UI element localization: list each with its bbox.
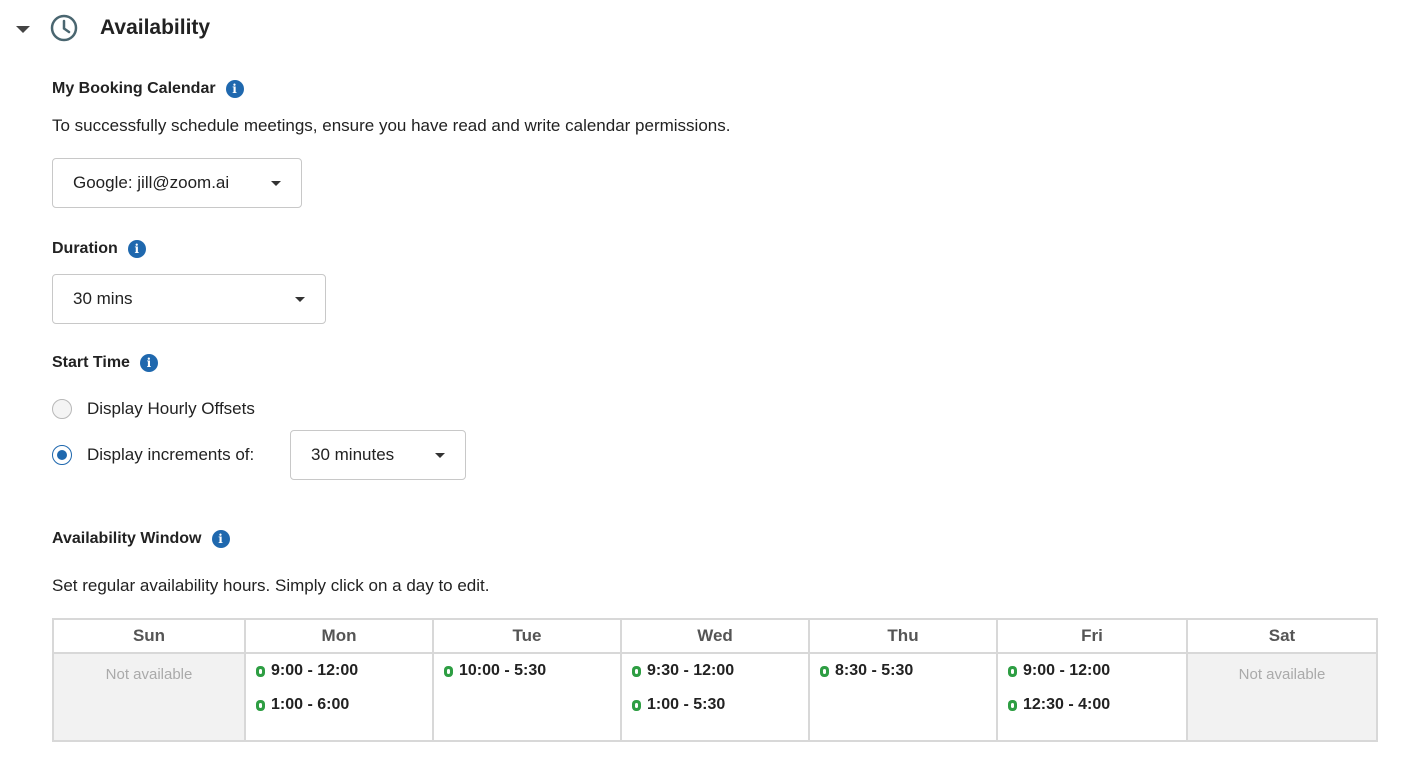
info-icon[interactable]: i [127,240,146,258]
booking-calendar-label-text: My Booking Calendar [52,80,216,97]
not-available-text: Not available [105,666,193,683]
booking-calendar-description: To successfully schedule meetings, ensur… [52,116,731,135]
booking-calendar-select[interactable]: Google: jill@zoom.ai [52,158,302,208]
time-slot: 9:30 - 12:00 [632,662,734,680]
time-slot: 1:00 - 5:30 [632,696,725,714]
day-body: 8:30 - 5:30 [810,654,996,740]
day-header: Mon [246,620,432,654]
caret-down-icon[interactable] [16,26,30,33]
available-dot-icon [1008,665,1017,677]
time-slot-text: 10:00 - 5:30 [459,662,547,679]
time-slot-text: 1:00 - 6:00 [271,696,350,713]
day-header: Wed [622,620,808,654]
info-icon[interactable]: i [225,80,244,98]
clock-icon [50,14,78,42]
day-tue[interactable]: Tue 10:00 - 5:30 [432,620,620,740]
duration-select[interactable]: 30 mins [52,274,326,324]
day-fri[interactable]: Fri 9:00 - 12:00 12:30 - 4:00 [996,620,1186,740]
time-slot-text: 8:30 - 5:30 [835,662,914,679]
time-slot-text: 9:30 - 12:00 [647,662,735,679]
info-icon[interactable]: i [211,530,230,548]
time-slot-text: 9:00 - 12:00 [1023,662,1111,679]
time-slot: 10:00 - 5:30 [444,662,546,680]
time-slot: 9:00 - 12:00 [256,662,358,680]
day-thu[interactable]: Thu 8:30 - 5:30 [808,620,996,740]
booking-calendar-select-value: Google: jill@zoom.ai [73,173,230,192]
radio-button[interactable] [52,399,72,419]
available-dot-icon [1008,699,1017,711]
time-slot: 1:00 - 6:00 [256,696,349,714]
day-wed[interactable]: Wed 9:30 - 12:00 1:00 - 5:30 [620,620,808,740]
radio-hourly-offsets-label: Display Hourly Offsets [87,399,255,418]
start-time-label: Start Time i [52,354,158,372]
day-body: 10:00 - 5:30 [434,654,620,740]
radio-increments[interactable]: Display increments of: [52,445,254,465]
day-header: Tue [434,620,620,654]
day-body: 9:00 - 12:00 1:00 - 6:00 [246,654,432,740]
availability-section-header: Availability [0,0,1416,60]
day-header: Sun [54,620,244,654]
time-slot: 12:30 - 4:00 [1008,696,1110,714]
available-dot-icon [256,665,265,677]
day-body: 9:30 - 12:00 1:00 - 5:30 [622,654,808,740]
day-body: Not available [54,654,244,740]
chevron-down-icon [295,297,305,302]
day-header: Thu [810,620,996,654]
availability-window-label-text: Availability Window [52,530,202,547]
day-header: Fri [998,620,1186,654]
booking-calendar-label: My Booking Calendar i [52,80,244,98]
availability-window-label: Availability Window i [52,530,230,548]
increment-select-value: 30 minutes [311,445,395,464]
time-slot: 9:00 - 12:00 [1008,662,1110,680]
weekly-availability-grid: Sun Not available Mon 9:00 - 12:00 1:00 … [52,618,1378,742]
available-dot-icon [444,665,453,677]
time-slot-text: 9:00 - 12:00 [271,662,359,679]
chevron-down-icon [271,181,281,186]
chevron-down-icon [435,453,445,458]
section-title: Availability [100,16,211,39]
available-dot-icon [632,665,641,677]
duration-select-value: 30 mins [73,289,133,308]
duration-label-text: Duration [52,240,118,257]
not-available-text: Not available [1238,666,1326,683]
day-body: 9:00 - 12:00 12:30 - 4:00 [998,654,1186,740]
info-icon[interactable]: i [139,354,158,372]
radio-increments-label: Display increments of: [87,445,255,464]
radio-hourly-offsets[interactable]: Display Hourly Offsets [52,399,255,419]
time-slot-text: 12:30 - 4:00 [1023,696,1111,713]
increment-select[interactable]: 30 minutes [290,430,466,480]
availability-window-description: Set regular availability hours. Simply c… [52,576,490,595]
available-dot-icon [820,665,829,677]
time-slot-text: 1:00 - 5:30 [647,696,726,713]
day-sun[interactable]: Sun Not available [54,620,244,740]
duration-label: Duration i [52,240,146,258]
day-sat[interactable]: Sat Not available [1186,620,1376,740]
time-slot: 8:30 - 5:30 [820,662,913,680]
radio-button-selected[interactable] [52,445,72,465]
day-mon[interactable]: Mon 9:00 - 12:00 1:00 - 6:00 [244,620,432,740]
start-time-label-text: Start Time [52,354,130,371]
available-dot-icon [256,699,265,711]
day-header: Sat [1188,620,1376,654]
available-dot-icon [632,699,641,711]
day-body: Not available [1188,654,1376,740]
